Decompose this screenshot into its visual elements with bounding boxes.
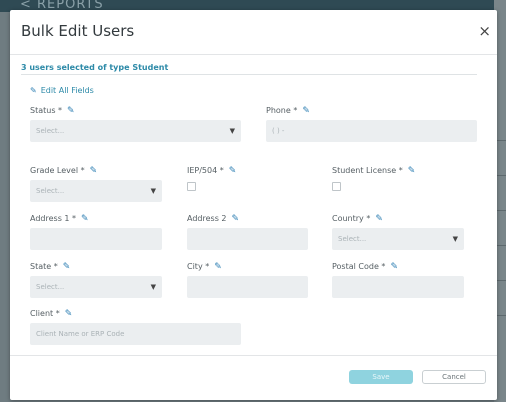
address1-label-text: Address 1 * — [30, 214, 77, 223]
status-label-text: Status * — [30, 106, 63, 115]
close-icon[interactable]: × — [478, 22, 491, 40]
caret-down-icon: ▼ — [150, 187, 156, 195]
status-placeholder: Select... — [36, 127, 65, 135]
pencil-icon[interactable]: ✎ — [67, 106, 75, 116]
pencil-icon[interactable]: ✎ — [408, 166, 416, 176]
grade-level-select[interactable]: Select... ▼ — [30, 180, 162, 202]
country-select[interactable]: Select... ▼ — [332, 228, 464, 250]
bulk-edit-modal: Bulk Edit Users × 3 users selected of ty… — [10, 10, 497, 400]
pencil-icon[interactable]: ✎ — [390, 262, 398, 272]
city-label: City * ✎ — [187, 262, 222, 272]
client-label: Client * ✎ — [30, 309, 72, 319]
student-license-label-text: Student License * — [332, 166, 403, 175]
phone-input[interactable]: ( ) - — [266, 120, 477, 142]
country-label-text: Country * — [332, 214, 371, 223]
caret-down-icon: ▼ — [229, 127, 235, 135]
client-label-text: Client * — [30, 309, 60, 318]
selected-users-info: 3 users selected of type Student — [21, 63, 169, 72]
cancel-button[interactable]: Cancel — [422, 370, 486, 384]
pencil-icon[interactable]: ✎ — [229, 166, 237, 176]
pencil-icon[interactable]: ✎ — [65, 309, 73, 319]
phone-label: Phone * ✎ — [266, 106, 310, 116]
postal-code-label: Postal Code * ✎ — [332, 262, 398, 272]
status-label: Status * ✎ — [30, 106, 75, 116]
pencil-icon[interactable]: ✎ — [81, 214, 89, 224]
status-select[interactable]: Select... ▼ — [30, 120, 241, 142]
address1-input[interactable] — [30, 228, 162, 250]
address1-label: Address 1 * ✎ — [30, 214, 89, 224]
pencil-icon[interactable]: ✎ — [375, 214, 383, 224]
address2-label: Address 2 ✎ — [187, 214, 239, 224]
caret-down-icon: ▼ — [452, 235, 458, 243]
grade-level-placeholder: Select... — [36, 187, 65, 195]
edit-all-fields-label: Edit All Fields — [40, 86, 94, 95]
modal-title: Bulk Edit Users — [21, 22, 135, 40]
grade-level-label-text: Grade Level * — [30, 166, 85, 175]
city-label-text: City * — [187, 262, 210, 271]
phone-label-text: Phone * — [266, 106, 298, 115]
postal-code-input[interactable] — [332, 276, 464, 298]
divider — [21, 74, 477, 75]
footer-divider — [10, 355, 497, 356]
address2-label-text: Address 2 — [187, 214, 227, 223]
city-input[interactable] — [187, 276, 308, 298]
pencil-icon[interactable]: ✎ — [232, 214, 240, 224]
state-label: State * ✎ — [30, 262, 70, 272]
client-placeholder: Client Name or ERP Code — [36, 330, 125, 338]
country-label: Country * ✎ — [332, 214, 383, 224]
iep-label: IEP/504 * ✎ — [187, 166, 236, 176]
student-license-label: Student License * ✎ — [332, 166, 415, 176]
state-select[interactable]: Select... ▼ — [30, 276, 162, 298]
caret-down-icon: ▼ — [150, 283, 156, 291]
save-button[interactable]: Save — [349, 370, 413, 384]
state-label-text: State * — [30, 262, 58, 271]
pencil-icon[interactable]: ✎ — [214, 262, 222, 272]
postal-code-label-text: Postal Code * — [332, 262, 386, 271]
pencil-icon[interactable]: ✎ — [90, 166, 98, 176]
iep-checkbox[interactable] — [187, 182, 196, 191]
pencil-icon: ✎ — [30, 86, 37, 95]
student-license-checkbox[interactable] — [332, 182, 341, 191]
grade-level-label: Grade Level * ✎ — [30, 166, 97, 176]
modal-header: Bulk Edit Users × — [10, 10, 497, 55]
pencil-icon[interactable]: ✎ — [302, 106, 310, 116]
edit-all-fields-link[interactable]: ✎ Edit All Fields — [30, 86, 94, 95]
iep-label-text: IEP/504 * — [187, 166, 224, 175]
address2-input[interactable] — [187, 228, 308, 250]
pencil-icon[interactable]: ✎ — [63, 262, 71, 272]
country-placeholder: Select... — [338, 235, 367, 243]
phone-placeholder: ( ) - — [272, 127, 285, 135]
state-placeholder: Select... — [36, 283, 65, 291]
client-input[interactable]: Client Name or ERP Code — [30, 323, 241, 345]
